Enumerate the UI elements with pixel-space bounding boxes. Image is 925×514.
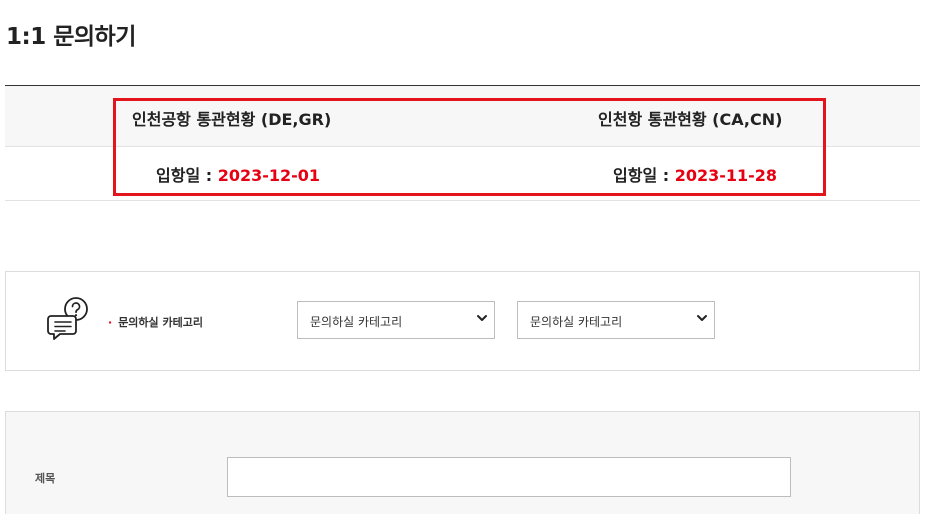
category-select-primary-value: 문의하실 카테고리 — [310, 315, 403, 329]
subject-input[interactable] — [227, 457, 791, 497]
category-select-primary[interactable]: 문의하실 카테고리 — [297, 301, 495, 339]
bullet-icon: · — [108, 316, 113, 329]
highlight-box — [113, 98, 826, 196]
subject-label: 제목 — [35, 472, 56, 485]
category-select-secondary[interactable]: 문의하실 카테고리 — [517, 301, 715, 339]
inquiry-page: 1:1 문의하기 인천공항 통관현황 (DE,GR) 인천항 통관현황 (CA,… — [0, 0, 925, 514]
category-select-secondary-value: 문의하실 카테고리 — [530, 315, 623, 329]
chevron-down-icon — [697, 315, 707, 321]
category-section: · 문의하실 카테고리 문의하실 카테고리 문의하실 카테고리 — [5, 271, 920, 371]
chevron-down-icon — [477, 315, 487, 321]
category-label: · 문의하실 카테고리 — [108, 316, 203, 329]
subject-section: 제목 — [5, 411, 920, 514]
page-title: 1:1 문의하기 — [6, 24, 136, 50]
chat-question-icon — [47, 297, 88, 340]
